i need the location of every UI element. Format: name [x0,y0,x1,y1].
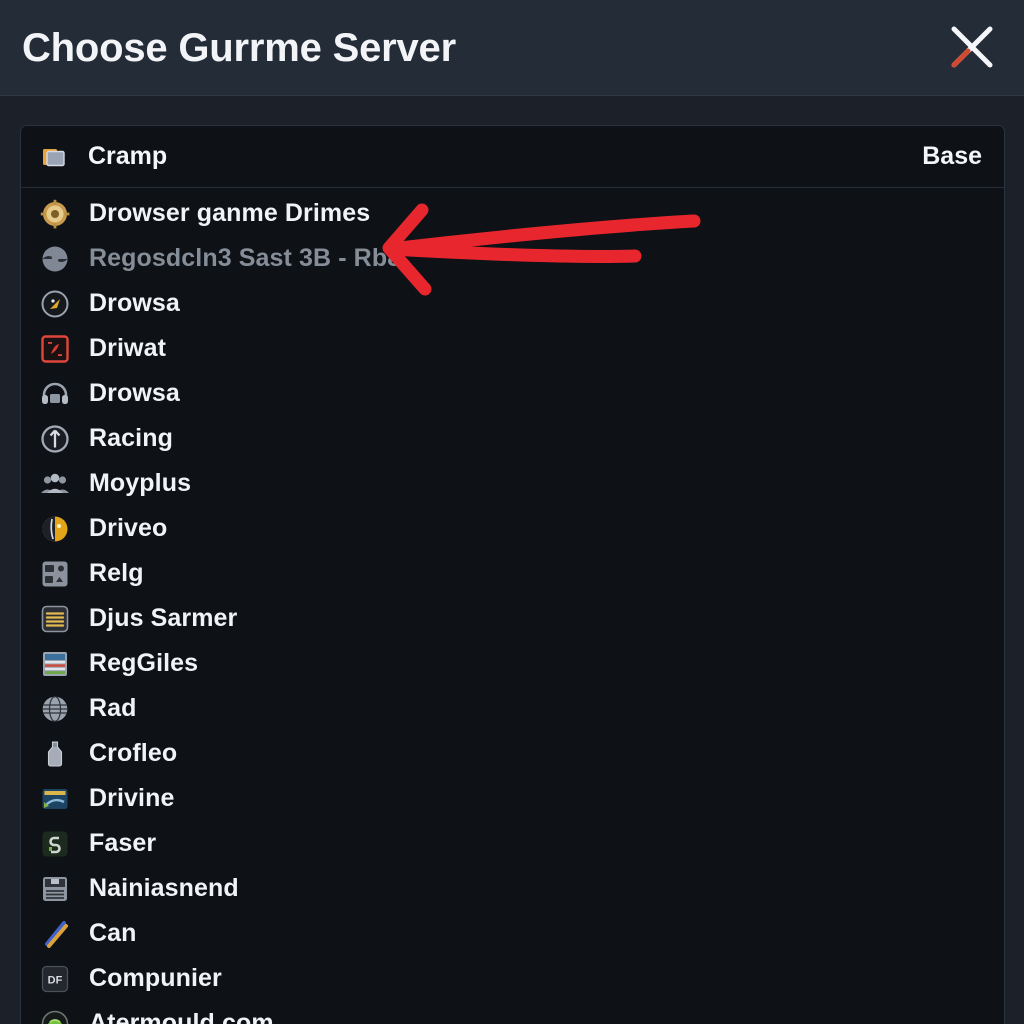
list-group-header[interactable]: Cramp Base [21,126,1004,188]
gear-gold-icon [39,198,71,230]
list-item[interactable]: Drowsa [21,371,1004,416]
list-item[interactable]: DF Compunier [21,956,1004,1001]
list-item[interactable]: Drowsa [21,281,1004,326]
df-badge-icon: DF [39,963,71,995]
svg-text:DF: DF [48,974,63,986]
green-s-icon [39,828,71,860]
list-item-label: Racing [89,424,173,452]
gray-tiles-icon [39,558,71,590]
list-item-label: Driveo [89,514,168,542]
dialog-title: Choose Gurrme Server [22,25,456,70]
list-item-label: Djus Sarmer [89,604,238,632]
list-item[interactable]: Relg [21,551,1004,596]
gold-coils-icon [39,603,71,635]
close-button[interactable] [938,14,1006,82]
list-item-label: Faser [89,829,157,857]
compass-dark-icon [39,288,71,320]
list-group-header-label: Cramp [88,142,168,170]
list-item[interactable]: Drowser ganme Drimes [21,191,1004,236]
list-item[interactable]: Moyplus [21,461,1004,506]
choose-server-dialog: Choose Gurrme Server Cramp Base Drowser … [0,0,1024,1024]
list-item-label: Moyplus [89,469,192,497]
sphere-gray-icon [39,243,71,275]
list-item-label: Drivine [89,784,175,812]
flask-icon [39,738,71,770]
list-item-label: Driwat [89,334,167,362]
list-item-label: Drowsa [89,289,180,317]
list-item[interactable]: Regosdcln3 Sast 3B - Rb8 [21,236,1004,281]
list-item-label: Regosdcln3 Sast 3B - Rb8 [89,244,402,272]
list-item-label: Rad [89,694,137,722]
list-item-label: Drowsa [89,379,180,407]
list-item[interactable]: Djus Sarmer [21,596,1004,641]
list-item[interactable]: Rad [21,686,1004,731]
red-frame-icon [39,333,71,365]
card-swipe-icon [39,783,71,815]
folder-icon [39,142,69,172]
globe-icon [39,693,71,725]
arrow-circle-icon [39,423,71,455]
list-item-label: Relg [89,559,144,587]
list-item-label: Crofleo [89,739,178,767]
list-item-label: Atermould.com [89,1009,274,1024]
list-item-label: Can [89,919,137,947]
list-item[interactable]: Driwat [21,326,1004,371]
headphones-icon [39,378,71,410]
list-item[interactable]: Crofleo [21,731,1004,776]
list-group-header-right-label: Base [922,142,982,170]
list-item[interactable]: Racing [21,416,1004,461]
yellow-disc-icon [39,513,71,545]
list-item-label: RegGiles [89,649,199,677]
server-list-panel: Cramp Base Drowser ganme Drimes Regosdcl… [20,125,1005,1024]
list-item[interactable]: Nainiasnend [21,866,1004,911]
list-item[interactable]: Faser [21,821,1004,866]
green-blob-icon [39,1008,71,1024]
list-item[interactable]: Atermould.com [21,1001,1004,1024]
dialog-titlebar: Choose Gurrme Server [0,0,1024,96]
server-list[interactable]: Drowser ganme Drimes Regosdcln3 Sast 3B … [21,188,1004,1024]
bat-stick-icon [39,918,71,950]
save-disk-icon [39,873,71,905]
list-item-label: Drowser ganme Drimes [89,199,371,227]
people-group-icon [39,468,71,500]
list-item[interactable]: Can [21,911,1004,956]
list-item[interactable]: Driveo [21,506,1004,551]
list-item[interactable]: RegGiles [21,641,1004,686]
close-x-icon [946,21,998,76]
striped-card-icon [39,648,71,680]
list-item-label: Compunier [89,964,222,992]
list-item[interactable]: Drivine [21,776,1004,821]
list-item-label: Nainiasnend [89,874,239,902]
